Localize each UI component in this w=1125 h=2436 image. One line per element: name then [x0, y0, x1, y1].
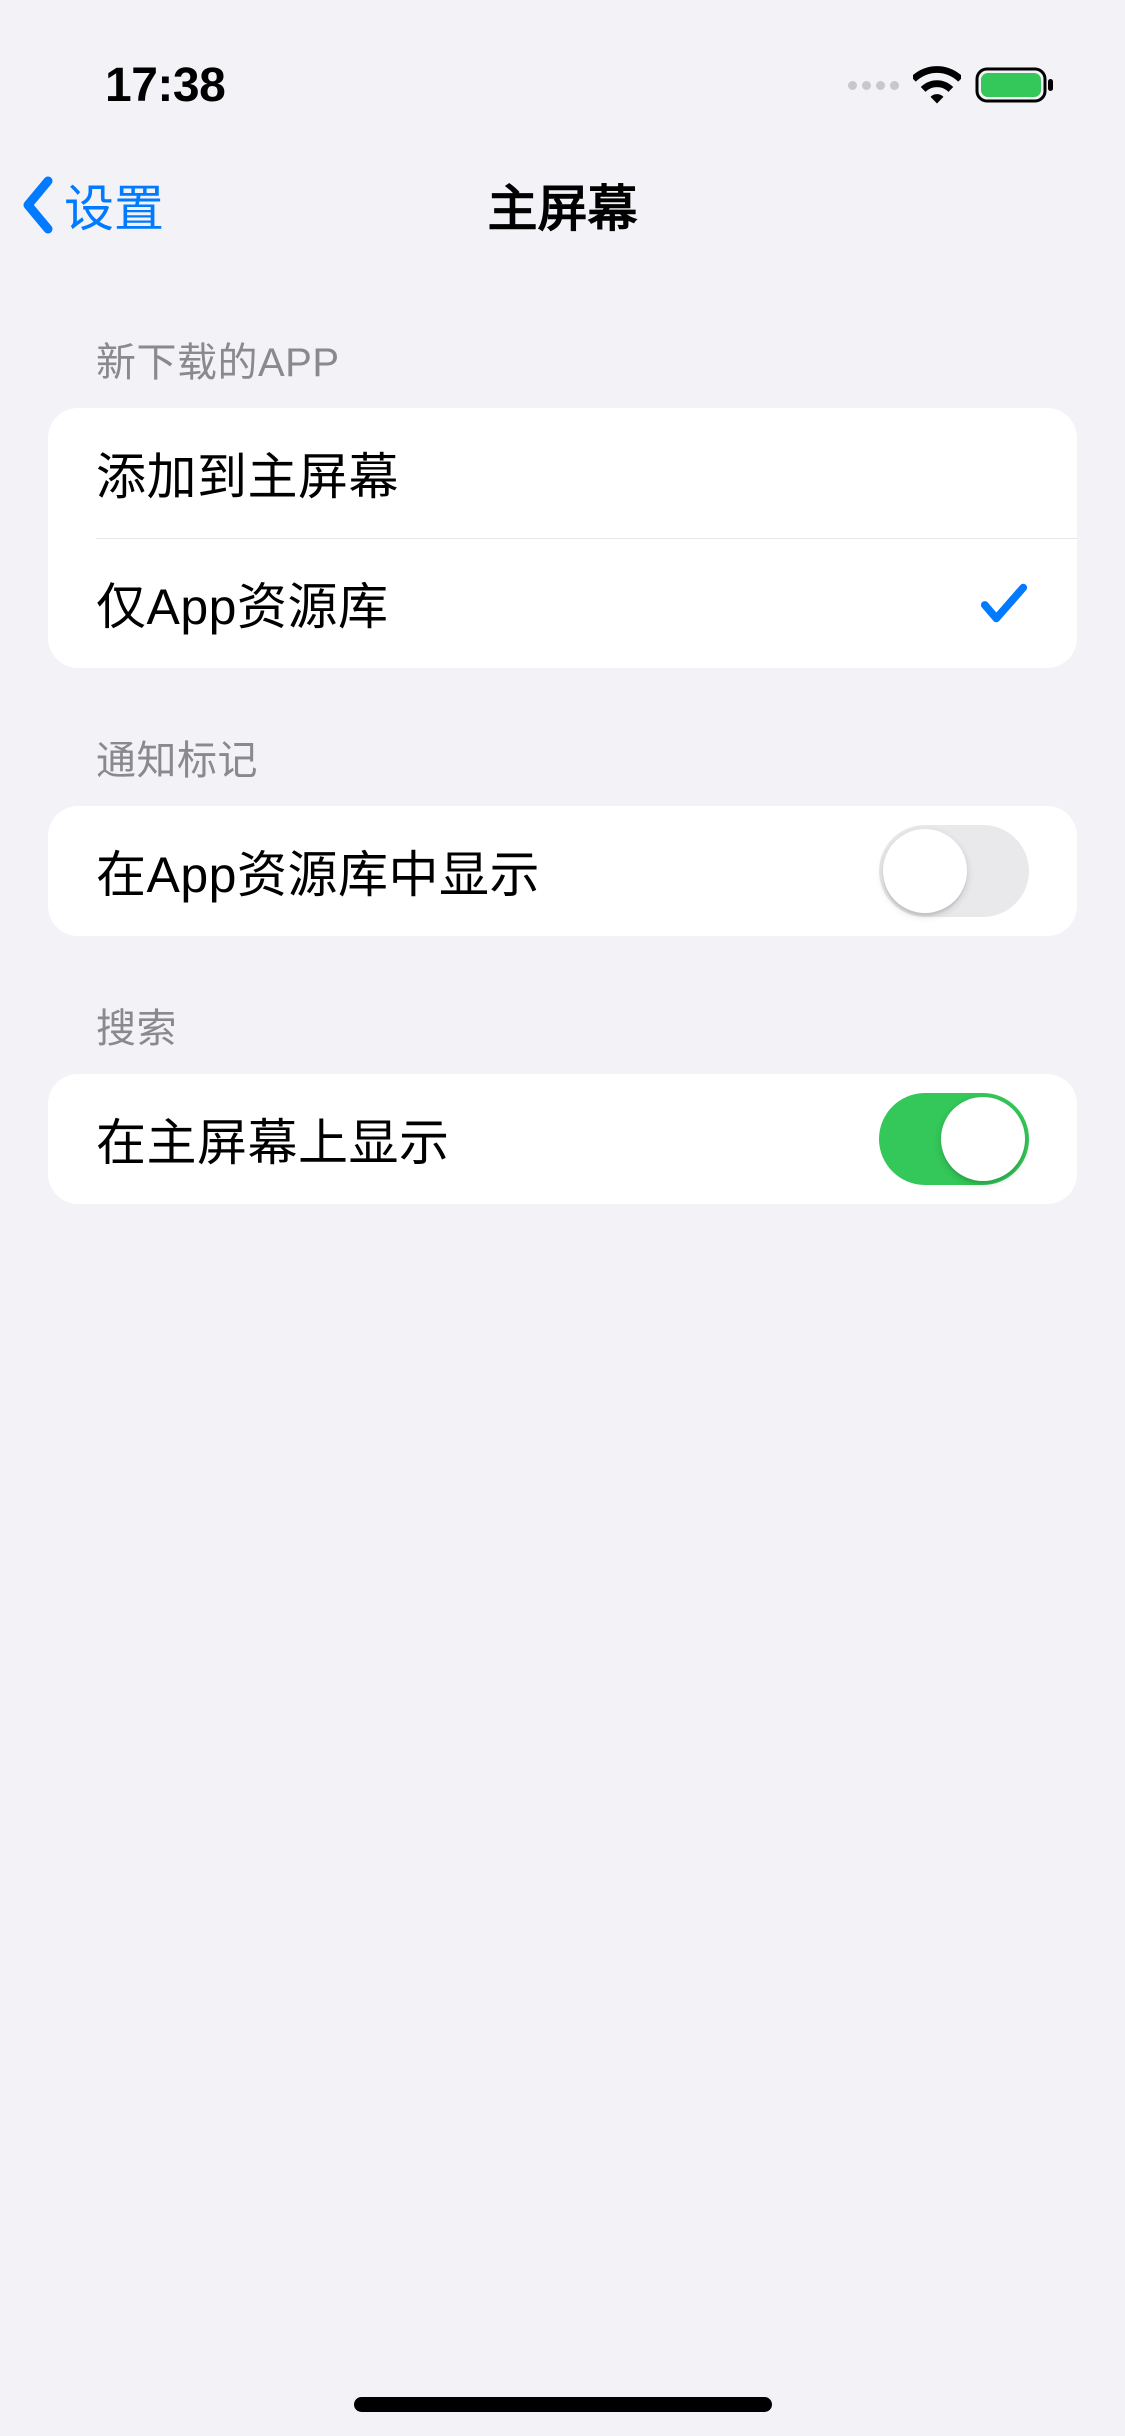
status-icons — [848, 66, 1055, 104]
toggle-show-on-home[interactable]: 在主屏幕上显示 — [48, 1074, 1077, 1204]
toggle-show-in-app-library[interactable]: 在App资源库中显示 — [48, 806, 1077, 936]
cellular-dots-icon — [848, 81, 899, 90]
switch[interactable] — [879, 825, 1029, 917]
switch-knob — [883, 829, 967, 913]
option-add-to-home[interactable]: 添加到主屏幕 — [48, 408, 1077, 538]
back-label: 设置 — [64, 169, 164, 241]
wifi-icon — [913, 66, 961, 104]
section-new-apps: 添加到主屏幕 仅App资源库 — [48, 408, 1077, 668]
row-label: 添加到主屏幕 — [96, 437, 399, 509]
back-button[interactable]: 设置 — [20, 169, 164, 241]
row-label: 在主屏幕上显示 — [96, 1103, 450, 1175]
battery-icon — [975, 66, 1055, 104]
option-app-library-only[interactable]: 仅App资源库 — [48, 538, 1077, 668]
row-label: 仅App资源库 — [96, 567, 388, 639]
page-title: 主屏幕 — [488, 169, 638, 241]
switch[interactable] — [879, 1093, 1029, 1185]
home-indicator[interactable] — [354, 2397, 772, 2412]
checkmark-icon — [979, 579, 1029, 627]
switch-knob — [941, 1097, 1025, 1181]
status-bar: 17:38 — [0, 0, 1125, 140]
content: 新下载的APP 添加到主屏幕 仅App资源库 通知标记 在App资源库中显示 搜… — [0, 270, 1125, 1204]
row-label: 在App资源库中显示 — [96, 835, 540, 907]
nav-bar: 设置 主屏幕 — [0, 140, 1125, 270]
section-header-new-apps: 新下载的APP — [48, 270, 1077, 408]
section-search: 在主屏幕上显示 — [48, 1074, 1077, 1204]
status-time: 17:38 — [105, 58, 225, 113]
section-header-badges: 通知标记 — [48, 668, 1077, 806]
section-header-search: 搜索 — [48, 936, 1077, 1074]
section-badges: 在App资源库中显示 — [48, 806, 1077, 936]
chevron-left-icon — [20, 175, 56, 235]
